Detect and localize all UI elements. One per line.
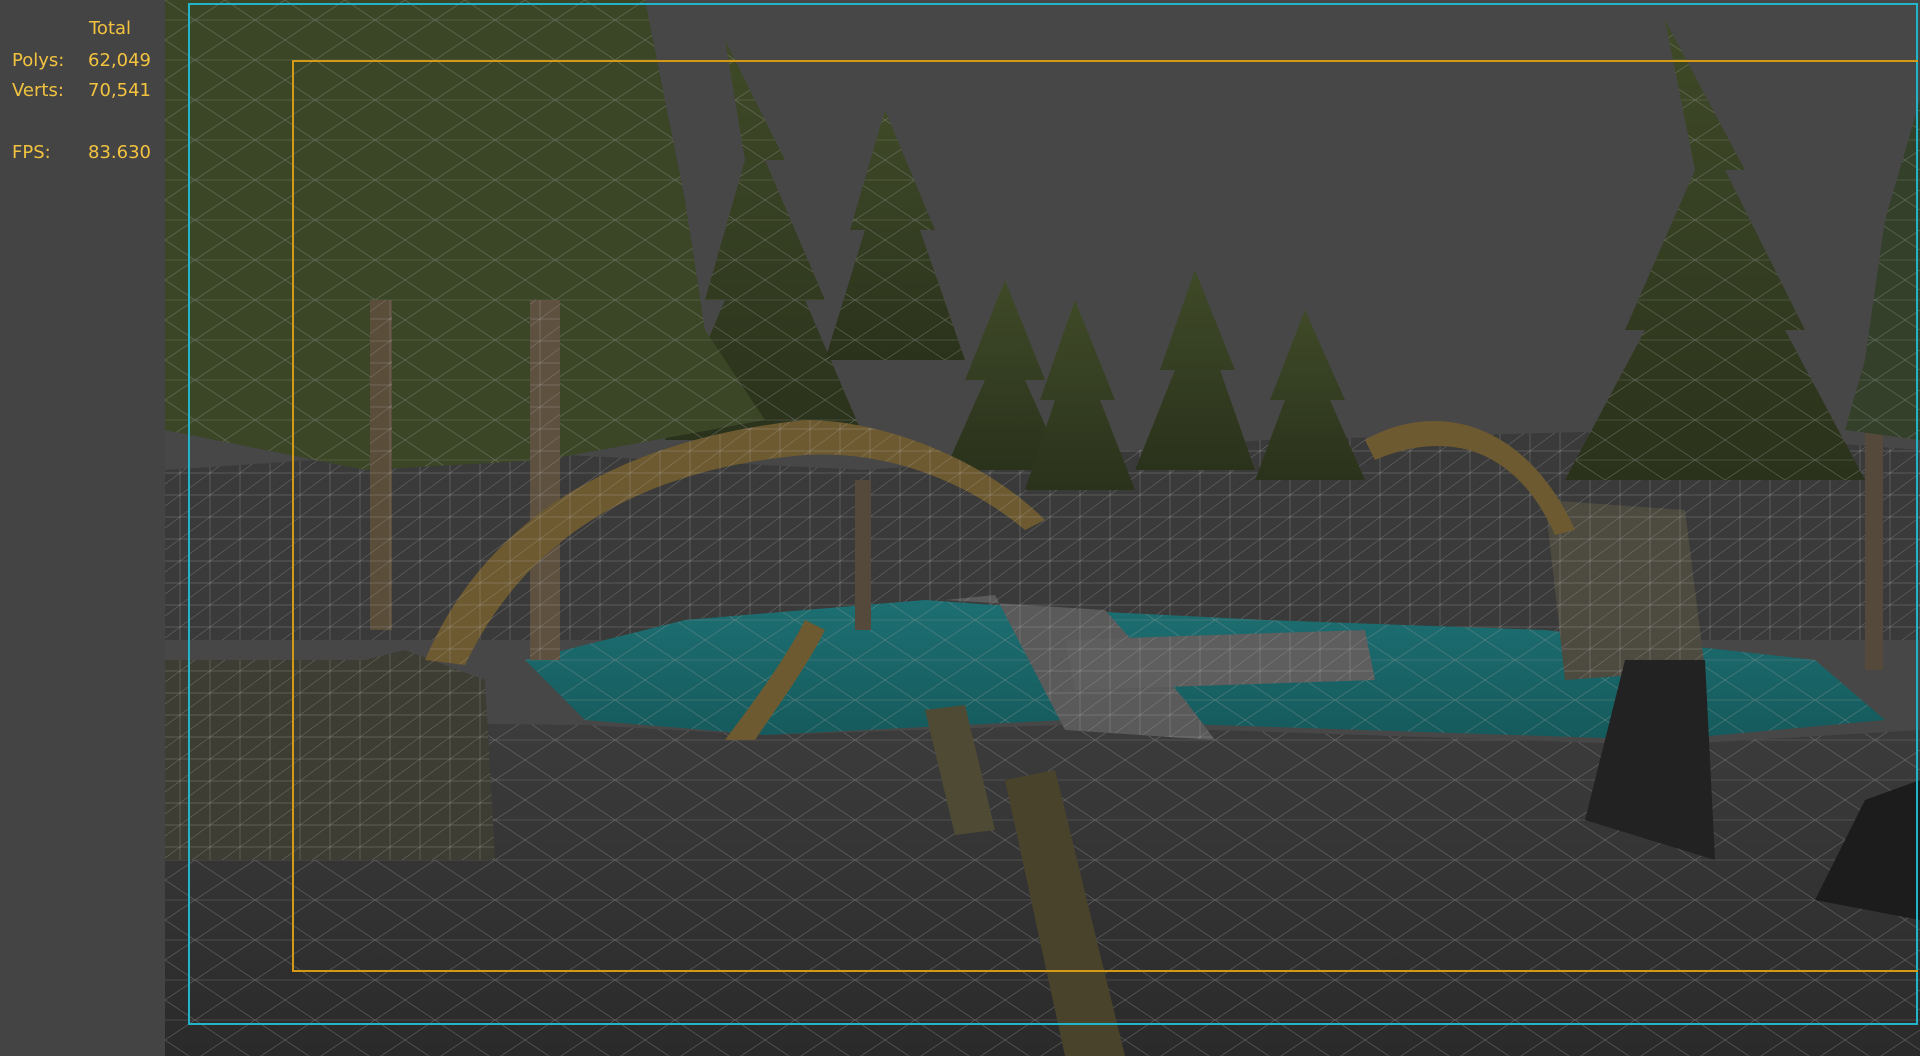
fps-label: FPS: (12, 142, 51, 163)
stats-panel: Total Polys: 62,049 Verts: 70,541 FPS: 83.6… (0, 0, 165, 1056)
tree-trunk (855, 480, 871, 630)
scene-svg (165, 0, 1920, 1056)
polys-label: Polys: (12, 50, 65, 71)
polys-value: 62,049 (88, 50, 151, 71)
verts-label: Verts: (12, 80, 64, 101)
stats-header: Total (89, 18, 132, 39)
verts-value: 70,541 (88, 80, 151, 101)
polys-stat: Polys: 62,049 (12, 50, 151, 71)
viewport-3d[interactable]: Total Polys: 62,049 Verts: 70,541 FPS: 83.6… (0, 0, 1920, 1056)
verts-stat: Verts: 70,541 (12, 80, 151, 101)
tree-trunk (1865, 430, 1883, 670)
fps-stat: FPS: 83.630 (12, 142, 151, 163)
fps-value: 83.630 (88, 142, 151, 163)
scene-render[interactable] (165, 0, 1920, 1056)
